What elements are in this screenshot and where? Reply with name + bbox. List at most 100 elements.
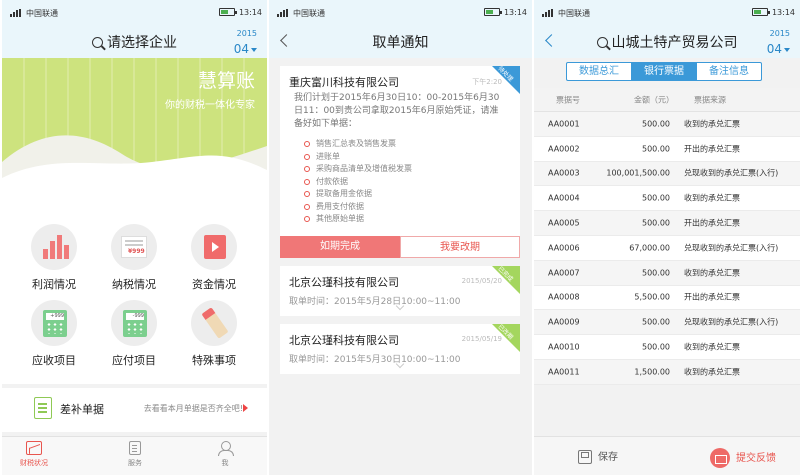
source-cell: 收到的承兑汇票	[684, 342, 740, 352]
amount-cell: 500.00	[642, 119, 670, 129]
date-picker[interactable]: 2015 04	[234, 29, 257, 57]
list-item: 费用支付依据	[304, 201, 412, 214]
status-bar: 中国联通 13:14	[2, 0, 267, 24]
pickup-time: 取单时间：2015年5月28日10:00~11:00	[289, 297, 461, 307]
tab-label: 我	[221, 459, 229, 467]
tab-me[interactable]: 我	[195, 441, 255, 468]
menu-funds[interactable]: 资金情况	[179, 224, 249, 292]
amount-cell: 500.00	[642, 218, 670, 228]
clock: 13:14	[771, 8, 795, 17]
menu-payable[interactable]: -999 应付项目	[99, 300, 169, 368]
company-name: 北京公瑾科技有限公司	[289, 334, 399, 347]
table-row[interactable]: AA0001 500.00 收到的承兑汇票	[534, 112, 800, 137]
table-row[interactable]: AA0006 67,000.00 兑现收到的承兑汇票(入行)	[534, 235, 800, 261]
company-selector[interactable]: 请选择企业	[2, 32, 267, 52]
segment-bank-bills[interactable]: 银行票据	[632, 63, 697, 80]
calculator-icon: -999	[111, 300, 157, 346]
supplement-receipts-row[interactable]: 差补单据 去看看本月单据是否齐全吧!	[2, 388, 267, 432]
brand-name: 慧算账	[197, 70, 255, 92]
segment-notes[interactable]: 备注信息	[697, 63, 761, 80]
bill-number-cell: AA0009	[548, 317, 580, 327]
page-title: 请选择企业	[107, 35, 177, 51]
notice-time: 2015/05/20	[461, 277, 502, 285]
amount-cell: 67,000.00	[629, 243, 670, 253]
table-row[interactable]: AA0002 500.00 开出的承兑汇票	[534, 136, 800, 162]
search-icon	[596, 37, 608, 48]
supplement-hint: 去看看本月单据是否齐全吧!	[143, 404, 243, 413]
clock: 13:14	[238, 8, 262, 17]
supplement-title: 差补单据	[60, 403, 104, 416]
chart-icon	[26, 441, 42, 455]
source-cell: 兑现收到的承兑汇票(入行)	[684, 243, 779, 253]
menu-profit[interactable]: 利润情况	[19, 224, 89, 292]
column-header: 票据号	[556, 95, 580, 104]
list-item: 销售汇总表及销售发票	[304, 138, 412, 151]
table-body: AA0001 500.00 收到的承兑汇票 AA0002 500.00 开出的承兑汇票 AA…	[534, 112, 800, 385]
amount-cell: 500.00	[642, 268, 670, 278]
pickup-time: 取单时间：2015年5月30日10:00~11:00	[289, 355, 461, 365]
brand-slogan: 你的财税一体化专家	[165, 100, 255, 111]
table-row[interactable]: AA0003 100,001,500.00 兑现收到的承兑汇票(入行)	[534, 161, 800, 187]
menu-tax[interactable]: ¥999 纳税情况	[99, 224, 169, 292]
month-label: 04	[767, 42, 790, 56]
complete-on-time-button[interactable]: 如期完成	[280, 236, 400, 258]
save-icon	[578, 450, 592, 464]
notice-card[interactable]: 已改期 北京公瑾科技有限公司 2015/05/19 取单时间：2015年5月30…	[280, 323, 520, 374]
chevron-down-icon	[396, 365, 404, 370]
source-cell: 兑现收到的承兑汇票(入行)	[684, 317, 779, 327]
amount-cell: 500.00	[642, 144, 670, 154]
menu-label: 利润情况	[32, 278, 76, 291]
table-row[interactable]: AA0008 5,500.00 开出的承兑汇票	[534, 285, 800, 311]
feature-menu: 利润情况 ¥999 纳税情况 资金情况 +999 应收项目 -999 应付项目 …	[2, 206, 267, 384]
calculator-icon: +999	[31, 300, 77, 346]
year-label: 2015	[769, 29, 790, 38]
bill-number-cell: AA0007	[548, 268, 580, 278]
battery-icon	[219, 8, 237, 16]
battery-icon	[752, 8, 770, 16]
bottom-action-bar: 保存 提交反馈	[534, 436, 800, 475]
amount-cell: 5,500.00	[634, 292, 670, 302]
notice-card[interactable]: 已完成 北京公瑾科技有限公司 2015/05/20 取单时间：2015年5月28…	[280, 265, 520, 316]
table-row[interactable]: AA0005 500.00 开出的承兑汇票	[534, 211, 800, 236]
battery-icon	[484, 8, 502, 16]
segment-summary[interactable]: 数据总汇	[567, 63, 632, 80]
table-row[interactable]: AA0004 500.00 收到的承兑汇票	[534, 186, 800, 212]
carrier-label: 中国联通	[293, 9, 325, 18]
menu-special[interactable]: 特殊事项	[179, 300, 249, 368]
notice-description: 我们计划于2015年6月30日10：00-2015年6月30日11：00到贵公司…	[294, 93, 500, 129]
document-icon	[129, 441, 141, 455]
table-row[interactable]: AA0007 500.00 收到的承兑汇票	[534, 260, 800, 286]
bank-bills-screen: 中国联通 13:14 山城土特产贸易公司 2015 04 数据总汇 银行票据 备…	[534, 0, 800, 475]
search-icon	[92, 37, 103, 48]
table-row[interactable]: AA0011 1,500.00 收到的承兑汇票	[534, 359, 800, 385]
save-label: 保存	[598, 452, 618, 463]
home-screen: 中国联通 13:14 请选择企业 2015 04 慧算账 你的财税一体化专家 利…	[2, 0, 267, 475]
menu-label: 资金情况	[192, 278, 236, 291]
source-cell: 开出的承兑汇票	[684, 292, 740, 302]
page-title: 山城土特产贸易公司	[611, 35, 738, 51]
signal-icon	[277, 9, 290, 17]
list-item: 采购商品清单及增值税发票	[304, 163, 412, 176]
list-item: 提取备用金依据	[304, 188, 412, 201]
tab-service[interactable]: 服务	[105, 441, 165, 468]
table-row[interactable]: AA0009 500.00 兑现收到的承兑汇票(入行)	[534, 310, 800, 336]
reschedule-button[interactable]: 我要改期	[400, 236, 520, 258]
tab-finance[interactable]: 财税状况	[4, 441, 64, 468]
bill-number-cell: AA0005	[548, 218, 580, 228]
chevron-down-icon	[396, 307, 404, 312]
save-button[interactable]: 保存	[578, 448, 618, 464]
menu-label: 特殊事项	[192, 354, 236, 367]
tab-bar: 财税状况 服务 我	[2, 436, 267, 475]
screens-collage: 中国联通 13:14 请选择企业 2015 04 慧算账 你的财税一体化专家 利…	[0, 0, 800, 475]
table-row[interactable]: AA0010 500.00 收到的承兑汇票	[534, 335, 800, 360]
amount-cell: 500.00	[642, 342, 670, 352]
bill-number-cell: AA0011	[548, 367, 580, 377]
company-selector[interactable]: 山城土特产贸易公司	[534, 32, 800, 52]
menu-receivable[interactable]: +999 应收项目	[19, 300, 89, 368]
nav-bar: 山城土特产贸易公司 2015 04	[534, 24, 800, 58]
date-picker[interactable]: 2015 04	[767, 29, 790, 57]
bill-number-cell: AA0008	[548, 292, 580, 302]
submit-feedback-button[interactable]: 提交反馈	[710, 448, 776, 468]
carrier-label: 中国联通	[558, 9, 590, 18]
pen-icon	[191, 300, 237, 346]
